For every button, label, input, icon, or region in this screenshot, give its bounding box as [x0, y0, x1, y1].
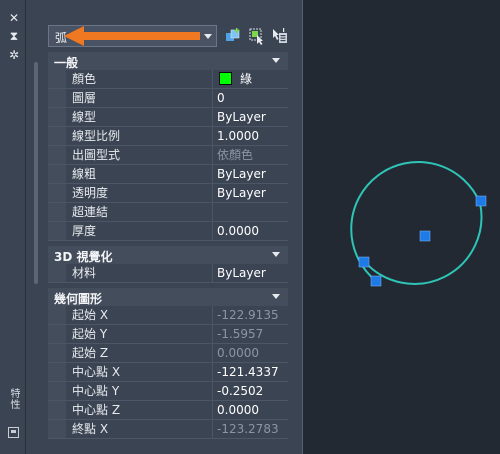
section-3d-visualization-rows: 材料 ByLayer	[48, 264, 288, 283]
property-value: 依顏色	[217, 148, 254, 162]
property-row-start-y[interactable]: 起始 Y -1.5957	[48, 325, 288, 344]
property-label: 圖層	[66, 89, 213, 107]
property-row-color[interactable]: 顏色 綠	[48, 70, 288, 89]
arc-end-grip[interactable]	[370, 275, 382, 287]
property-row-linetype-scale[interactable]: 線型比例 1.0000	[48, 127, 288, 146]
property-row-plot-style[interactable]: 出圖型式 依顏色	[48, 146, 288, 165]
property-label: 中心點 X	[66, 363, 213, 381]
property-value[interactable]: -121.4337	[214, 363, 288, 381]
section-geometry-header[interactable]: 幾何圖形	[48, 288, 288, 306]
property-value[interactable]: -0.2502	[214, 382, 288, 400]
property-label: 材料	[66, 264, 213, 282]
property-label: 超連結	[66, 203, 213, 221]
property-label: 起始 Y	[66, 325, 213, 343]
property-label: 起始 X	[66, 306, 213, 324]
collapse-chevron-icon[interactable]	[272, 252, 280, 257]
property-value[interactable]: 1.0000	[214, 127, 288, 145]
arc-entity[interactable]	[350, 161, 483, 285]
section-geometry-rows: 起始 X -122.9135 起始 Y -1.5957 起始 Z 0.0000 …	[48, 306, 288, 439]
collapse-chevron-icon[interactable]	[272, 58, 280, 63]
property-label: 厚度	[66, 222, 213, 240]
property-row-material[interactable]: 材料 ByLayer	[48, 264, 288, 283]
property-label: 線型	[66, 108, 213, 126]
section-general-header[interactable]: 一般	[48, 52, 288, 70]
property-label: 中心點 Z	[66, 401, 213, 419]
property-label: 中心點 Y	[66, 382, 213, 400]
property-row-lineweight[interactable]: 線粗 ByLayer	[48, 165, 288, 184]
property-value[interactable]: 0.0000	[214, 401, 288, 419]
section-general-title: 一般	[54, 56, 79, 70]
property-row-end-x[interactable]: 終點 X -123.2783	[48, 420, 288, 439]
color-swatch	[219, 72, 232, 85]
drawing-canvas[interactable]	[304, 0, 500, 454]
property-value[interactable]: 綠	[214, 70, 288, 88]
property-label: 透明度	[66, 184, 213, 202]
arc-midpoint-grip[interactable]	[475, 195, 487, 207]
property-row-hyperlink[interactable]: 超連結	[48, 203, 288, 222]
property-label: 線粗	[66, 165, 213, 183]
property-value[interactable]: ByLayer	[214, 184, 288, 202]
toggle-pickadd-icon[interactable]	[271, 27, 289, 45]
collapse-chevron-icon[interactable]	[272, 294, 280, 299]
section-3d-visualization-title: 3D 視覺化	[54, 250, 113, 264]
auto-hide-icon[interactable]: ⧗	[8, 30, 20, 42]
palette-title-strip: ✕ ⧗ ✲ 特性	[0, 0, 26, 454]
select-objects-icon[interactable]	[248, 27, 266, 45]
property-row-start-x[interactable]: 起始 X -122.9135	[48, 306, 288, 325]
property-value: -1.5957	[217, 327, 264, 341]
annotation-arrow	[64, 26, 200, 46]
property-value[interactable]	[214, 203, 288, 221]
property-row-thickness[interactable]: 厚度 0.0000	[48, 222, 288, 241]
close-icon[interactable]: ✕	[8, 12, 20, 24]
lineweight-name: ByLayer	[217, 167, 266, 181]
property-value[interactable]: 0	[214, 89, 288, 107]
palette-title: 特性	[8, 388, 19, 410]
property-row-center-x[interactable]: 中心點 X -121.4337	[48, 363, 288, 382]
property-row-layer[interactable]: 圖層 0	[48, 89, 288, 108]
property-label: 線型比例	[66, 127, 213, 145]
property-value: -122.9135	[217, 308, 279, 322]
property-row-center-y[interactable]: 中心點 Y -0.2502	[48, 382, 288, 401]
arc-center-grip[interactable]	[419, 230, 431, 242]
property-value[interactable]: 0.0000	[214, 222, 288, 240]
properties-palette: ✕ ⧗ ✲ 特性 弧 一般 顏色 綠 圖層 0 線型 ByLayer 線型比例 …	[0, 0, 303, 454]
linetype-name: ByLayer	[217, 110, 266, 124]
palette-menu-icon[interactable]	[8, 427, 19, 438]
property-label: 出圖型式	[66, 146, 213, 164]
property-row-linetype[interactable]: 線型 ByLayer	[48, 108, 288, 127]
section-general-rows: 顏色 綠 圖層 0 線型 ByLayer 線型比例 1.0000 出圖型式 依顏…	[48, 70, 288, 241]
section-3d-visualization-header[interactable]: 3D 視覺化	[48, 246, 288, 264]
palette-settings-icon[interactable]: ✲	[8, 49, 20, 61]
property-row-center-z[interactable]: 中心點 Z 0.0000	[48, 401, 288, 420]
color-name: 綠	[240, 72, 253, 86]
quick-select-icon[interactable]	[224, 27, 242, 45]
property-row-transparency[interactable]: 透明度 ByLayer	[48, 184, 288, 203]
property-label: 顏色	[66, 70, 213, 88]
scrollbar[interactable]	[34, 62, 38, 284]
property-value[interactable]: ByLayer	[214, 264, 288, 282]
property-label: 終點 X	[66, 420, 213, 438]
section-geometry-title: 幾何圖形	[54, 292, 103, 306]
arc-start-grip[interactable]	[358, 256, 370, 268]
property-value: -123.2783	[217, 422, 279, 436]
property-row-start-z[interactable]: 起始 Z 0.0000	[48, 344, 288, 363]
property-value: 0.0000	[217, 346, 259, 360]
property-label: 起始 Z	[66, 344, 213, 362]
